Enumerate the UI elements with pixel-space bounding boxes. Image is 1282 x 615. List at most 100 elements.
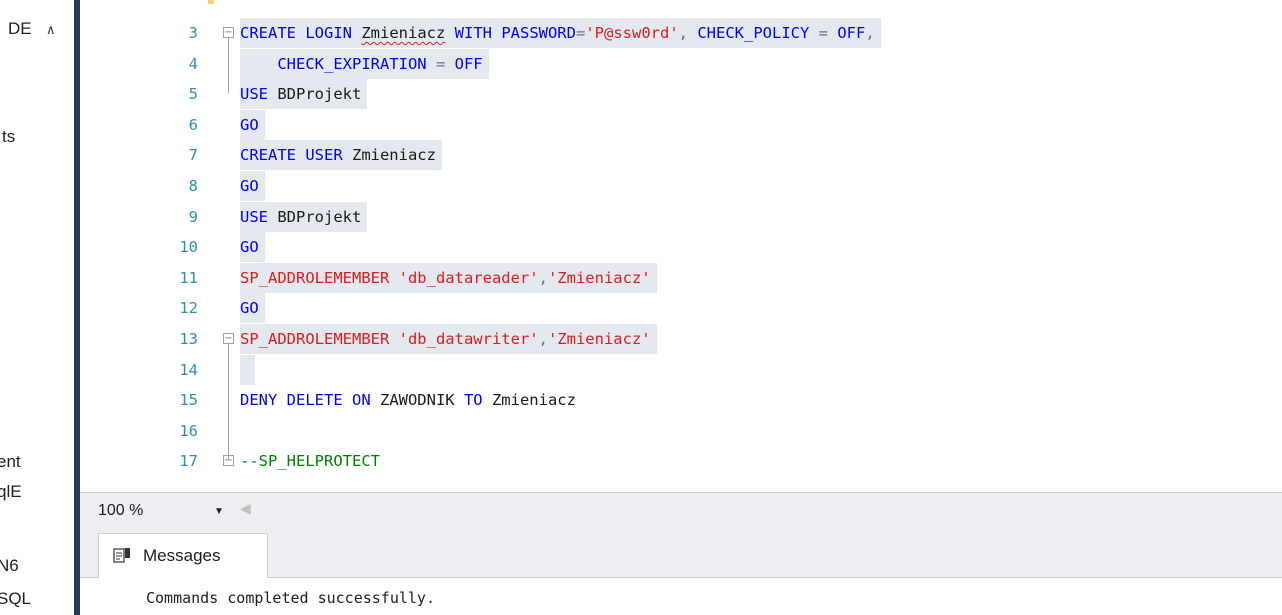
code-text[interactable]: GO — [240, 109, 265, 140]
line-number: 4 — [188, 54, 198, 73]
code-line[interactable]: 16 — [80, 416, 1282, 446]
code-token: SP_ADDROLEMEMBER — [240, 330, 399, 348]
code-token: 'Zmieniacz' — [547, 268, 651, 287]
chevron-up-icon[interactable]: ∧ — [46, 22, 56, 38]
line-number: 14 — [179, 360, 198, 379]
results-tabstrip: Messages — [80, 527, 1282, 578]
line-number: 15 — [179, 391, 198, 410]
code-line[interactable]: 5 USE BDProjekt — [80, 79, 1282, 110]
code-line[interactable]: 13 − SP_ADDROLEMEMBER 'db_datawriter','Zmi… — [80, 324, 1282, 354]
code-text[interactable]: GO — [240, 293, 265, 324]
code-token: Zmieniacz — [491, 391, 576, 410]
code-token: USE — [240, 85, 278, 104]
results-pane: Messages Commands completed successfully… — [80, 527, 1282, 615]
code-line[interactable]: 12 GO — [80, 293, 1282, 324]
explorer-fragment[interactable]: ent — [0, 452, 21, 472]
query-editor[interactable]: 3− CREATE LOGIN Zmieniacz WITH PASSWORD='… — [80, 0, 1282, 492]
explorer-fragment[interactable]: ts — [2, 127, 15, 147]
line-number: 3 — [188, 24, 198, 42]
fold-minus-icon[interactable]: − — [223, 333, 234, 344]
code-token: WITH PASSWORD — [445, 24, 576, 42]
change-marker — [208, 0, 214, 4]
fold-guide — [228, 344, 229, 461]
code-token: SP_ADDROLEMEMBER — [240, 268, 399, 287]
code-text[interactable]: CREATE LOGIN Zmieniacz WITH PASSWORD='P@… — [240, 18, 881, 48]
code-token: GO — [240, 238, 259, 257]
dropdown-arrow-icon[interactable]: ▼ — [214, 501, 224, 523]
messages-icon — [113, 548, 130, 563]
code-text[interactable]: DENY DELETE ON ZAWODNIK TO Zmieniacz — [240, 385, 582, 415]
code-token: = — [809, 24, 838, 42]
code-text[interactable]: USE BDProjekt — [240, 201, 368, 232]
code-line[interactable]: 3− CREATE LOGIN Zmieniacz WITH PASSWORD='… — [80, 18, 1282, 48]
tab-messages[interactable]: Messages — [98, 533, 268, 578]
code-line[interactable]: 8 GO — [80, 171, 1282, 201]
code-token: OFF — [454, 54, 483, 73]
code-line[interactable]: 10 GO — [80, 232, 1282, 263]
code-token: GO — [240, 299, 259, 318]
code-text[interactable]: GO — [240, 171, 265, 201]
code-token: BDProjekt — [277, 207, 362, 226]
line-number: 10 — [179, 238, 198, 257]
code-line[interactable]: 15 DENY DELETE ON ZAWODNIK TO Zmieniacz — [80, 385, 1282, 415]
code-text[interactable]: --SP_HELPROTECT — [240, 446, 386, 476]
line-number: 9 — [188, 207, 198, 226]
code-line[interactable]: 17− --SP_HELPROTECT — [80, 446, 1282, 476]
explorer-fragment[interactable]: DE — [8, 19, 32, 39]
code-token: CREATE USER — [240, 146, 352, 165]
zoom-value: 100 % — [98, 502, 144, 519]
code-token: = — [575, 24, 586, 42]
line-number: 12 — [179, 299, 198, 318]
fold-guide — [228, 38, 229, 94]
code-text[interactable]: SP_ADDROLEMEMBER 'db_datawriter','Zmieni… — [240, 324, 657, 354]
code-token: , — [538, 330, 548, 348]
code-token: Zmieniacz — [361, 24, 446, 42]
code-text[interactable] — [240, 354, 256, 385]
code-token: CHECK_EXPIRATION — [240, 54, 427, 73]
line-number: 17 — [179, 452, 198, 471]
code-line[interactable]: 11 SP_ADDROLEMEMBER 'db_datareader','Zmie… — [80, 262, 1282, 293]
object-explorer-panel: DE ∧ ts ent qlE N6 SQL — [0, 0, 74, 615]
code-token: 'Zmieniacz' — [547, 330, 651, 348]
code-token: TO — [454, 391, 492, 410]
code-line[interactable]: 6 GO — [80, 109, 1282, 140]
code-line[interactable]: 14 — [80, 354, 1282, 385]
code-token: 'db_datawriter' — [398, 330, 539, 348]
line-number: 7 — [188, 146, 198, 165]
zoom-dropdown[interactable]: 100 % ▼ — [94, 500, 242, 522]
code-token: OFF — [837, 24, 866, 42]
code-text[interactable]: CHECK_EXPIRATION = OFF — [240, 48, 489, 79]
code-token: GO — [240, 177, 259, 195]
code-line[interactable]: 9 USE BDProjekt — [80, 201, 1282, 232]
explorer-fragment[interactable]: N6 — [0, 556, 19, 576]
line-number: 8 — [188, 177, 198, 195]
code-token: , — [865, 24, 875, 42]
code-token: 'db_datareader' — [398, 268, 539, 287]
code-token: 'P@ssw0rd' — [585, 24, 679, 42]
line-number: 11 — [179, 268, 198, 287]
editor-statusbar: 100 % ▼ ◀ — [80, 492, 1282, 527]
result-message: Commands completed successfully. — [146, 589, 435, 607]
code-text[interactable]: CREATE USER Zmieniacz — [240, 140, 442, 171]
fold-minus-icon[interactable]: − — [223, 27, 234, 38]
code-token: USE — [240, 207, 278, 226]
code-text[interactable]: SP_ADDROLEMEMBER 'db_datareader','Zmieni… — [240, 262, 657, 293]
code-line[interactable]: 7 CREATE USER Zmieniacz — [80, 140, 1282, 171]
code-line[interactable]: 4 CHECK_EXPIRATION = OFF — [80, 48, 1282, 79]
scroll-left-icon[interactable]: ◀ — [240, 500, 251, 517]
code-token: Zmieniacz — [351, 146, 436, 165]
explorer-fragment[interactable]: qlE — [0, 482, 22, 502]
code-text[interactable]: USE BDProjekt — [240, 79, 368, 110]
code-token: GO — [240, 115, 259, 134]
line-number: 16 — [179, 421, 198, 440]
code-token: BDProjekt — [277, 85, 362, 104]
code-token: ZAWODNIK — [379, 391, 455, 410]
code-token: CREATE LOGIN — [240, 24, 362, 42]
code-text[interactable]: GO — [240, 232, 265, 263]
tab-messages-label: Messages — [143, 546, 221, 565]
explorer-fragment[interactable]: SQL — [0, 589, 31, 609]
code-token: = — [426, 54, 455, 73]
code-token: CHECK_POLICY — [697, 24, 810, 42]
line-number: 6 — [188, 115, 198, 134]
